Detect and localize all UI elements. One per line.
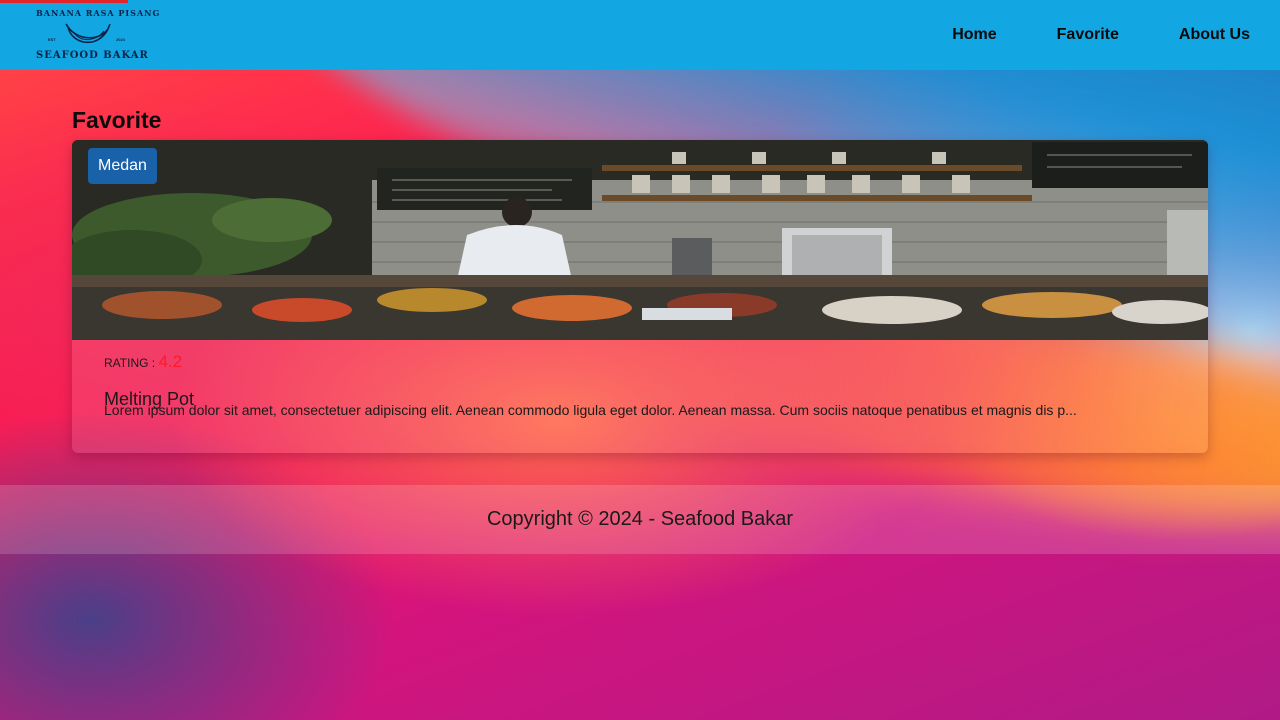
- page-title: Favorite: [72, 107, 162, 133]
- site-header: BANANA RASA PISANG EST 2024 SEAFOOD BAKA…: [0, 0, 1280, 70]
- restaurant-image: Medan: [72, 140, 1208, 340]
- restaurant-description: Lorem ipsum dolor sit amet, consectetuer…: [104, 402, 1077, 418]
- restaurant-card[interactable]: Medan RATING : 4.2 Melting Pot Lorem ips…: [72, 140, 1208, 453]
- copyright-text: Copyright © 2024 - Seafood Bakar: [486, 508, 794, 530]
- card-body: RATING : 4.2 Melting Pot Lorem ipsum dol…: [104, 352, 1176, 418]
- nav-home[interactable]: Home: [952, 26, 996, 44]
- banana-logo-icon: [65, 23, 111, 44]
- rating-label: RATING :: [104, 356, 156, 370]
- logo-top-text: BANANA RASA PISANG: [36, 8, 161, 18]
- rating: RATING : 4.2: [104, 352, 1176, 372]
- site-footer: Copyright © 2024 - Seafood Bakar: [0, 485, 1280, 554]
- logo-bottom-text: SEAFOOD BAKAR: [36, 50, 149, 61]
- rating-value: 4.2: [158, 352, 183, 371]
- site-logo[interactable]: BANANA RASA PISANG EST 2024 SEAFOOD BAKA…: [36, 6, 161, 64]
- city-badge: Medan: [88, 148, 157, 184]
- loading-indicator: [0, 0, 128, 3]
- nav-about-us[interactable]: About Us: [1179, 26, 1250, 44]
- nav-favorite[interactable]: Favorite: [1057, 26, 1119, 44]
- main-navigation: Home Favorite About Us: [892, 0, 1250, 70]
- main-content: Favorite Medan RATING: 4.2 Melting Pot …: [72, 105, 1208, 453]
- logo-year-text: 2024: [116, 37, 125, 42]
- logo-est-text: EST: [48, 37, 56, 42]
